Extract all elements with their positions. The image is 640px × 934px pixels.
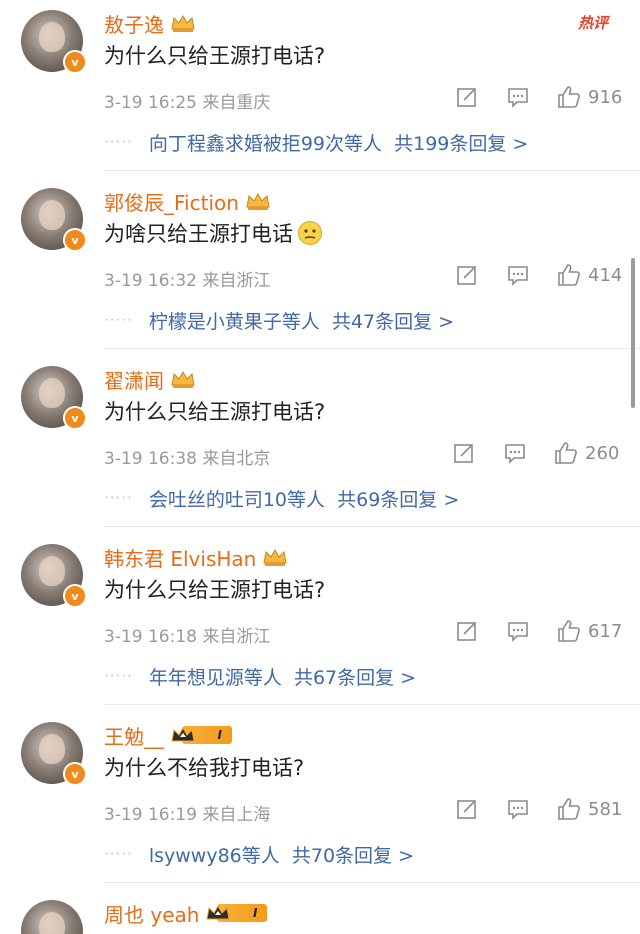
replies-link[interactable]: ····· 年年想见源等人 共67条回复 > — [104, 662, 416, 690]
edit-icon[interactable] — [453, 442, 475, 464]
username[interactable]: 敖子逸 — [104, 9, 164, 38]
replies-link[interactable]: ····· 向丁程鑫求婚被拒99次等人 共199条回复 > — [104, 128, 528, 156]
comment-item: v 郭俊辰_Fiction 为啥只给王源打电话 3-19 16:32 来自浙江 … — [0, 178, 640, 349]
comment-text: 为什么只给王源打电话? — [104, 578, 326, 602]
like-button[interactable]: 617 — [556, 618, 622, 644]
like-count: 617 — [588, 620, 623, 642]
verified-badge-icon: v — [63, 406, 87, 430]
like-icon — [558, 86, 580, 108]
comment-icon[interactable] — [507, 264, 529, 286]
verified-badge-icon: v — [63, 762, 87, 786]
replies-link[interactable]: ····· 柠檬是小黄果子等人 共47条回复 > — [104, 306, 454, 334]
username[interactable]: 周也 yeah — [104, 899, 199, 928]
level-badge-icon: I — [170, 725, 232, 745]
crown-badge-icon — [171, 14, 195, 32]
like-button[interactable]: 581 — [556, 796, 622, 822]
avatar[interactable] — [21, 900, 83, 934]
crown-badge-icon — [246, 192, 270, 210]
doubt-emoji-icon — [298, 221, 322, 245]
username[interactable]: 翟潇闻 — [104, 365, 164, 394]
comment-text: 为什么只给王源打电话? — [104, 400, 326, 424]
like-count: 581 — [588, 798, 623, 820]
comment-text: 为什么只给王源打电话? — [104, 44, 326, 68]
like-icon — [555, 442, 577, 464]
like-icon — [558, 798, 580, 820]
edit-icon[interactable] — [456, 620, 478, 642]
edit-icon[interactable] — [456, 86, 478, 108]
comment-text: 为什么不给我打电话? — [104, 756, 305, 780]
username[interactable]: 韩东君 ElvisHan — [104, 543, 256, 572]
comment-text: 为啥只给王源打电话 — [104, 218, 323, 248]
replies-link[interactable]: ····· 会吐丝的吐司10等人 共69条回复 > — [104, 484, 459, 512]
crown-badge-icon — [171, 370, 195, 388]
username[interactable]: 郭俊辰_Fiction — [104, 187, 239, 216]
edit-icon[interactable] — [456, 798, 478, 820]
level-badge-icon: I — [205, 903, 268, 923]
comment-item: 周也 yeah I — [0, 890, 640, 934]
comment-item: v 王勉__ I 为什么不给我打电话? 3-19 16:19 来自上海 581 … — [0, 712, 640, 883]
comment-item: v 翟潇闻 为什么只给王源打电话? 3-19 16:38 来自北京 260 ··… — [0, 356, 640, 527]
verified-badge-icon: v — [63, 584, 87, 608]
comment-icon[interactable] — [504, 442, 526, 464]
comment-item: v 韩东君 ElvisHan 为什么只给王源打电话? 3-19 16:18 来自… — [0, 534, 640, 705]
verified-badge-icon: v — [63, 228, 87, 252]
replies-link[interactable]: ····· lsywwy86等人 共70条回复 > — [104, 840, 414, 868]
like-button[interactable]: 414 — [556, 262, 622, 288]
like-icon — [558, 264, 580, 286]
like-count: 916 — [588, 86, 623, 108]
comment-icon[interactable] — [507, 86, 529, 108]
comment-item: v 敖子逸 为什么只给王源打电话? 3-19 16:25 来自重庆 916 ··… — [0, 0, 640, 171]
like-button[interactable]: 260 — [553, 440, 619, 466]
verified-badge-icon: v — [63, 50, 87, 74]
like-count: 260 — [585, 442, 620, 464]
comment-icon[interactable] — [507, 798, 529, 820]
like-button[interactable]: 916 — [556, 84, 622, 110]
comment-icon[interactable] — [507, 620, 529, 642]
crown-badge-icon — [263, 548, 287, 566]
like-count: 414 — [588, 264, 623, 286]
like-icon — [558, 620, 580, 642]
scrollbar[interactable] — [631, 258, 635, 408]
username[interactable]: 王勉__ — [104, 721, 164, 750]
edit-icon[interactable] — [456, 264, 478, 286]
